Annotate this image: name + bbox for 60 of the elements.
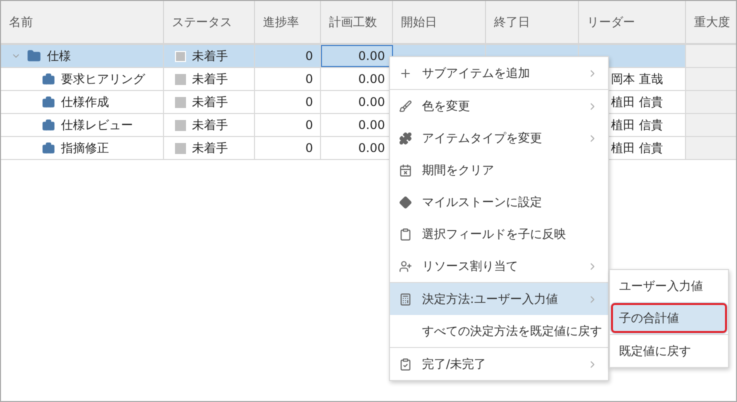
calculator-icon [399, 292, 412, 306]
effort-value: 0.00 [358, 118, 385, 132]
status-square-icon [175, 96, 186, 108]
brush-icon [399, 100, 412, 112]
item-name: 仕様 [47, 48, 71, 64]
menu-item[interactable]: 選択フィールドを子に反映 [390, 218, 608, 250]
progress-value: 0 [305, 141, 313, 155]
briefcase-icon [42, 96, 55, 108]
status-text: 未着手 [192, 48, 228, 64]
column-header[interactable]: 計画工数 [321, 1, 393, 43]
column-header[interactable]: リーダー [579, 1, 686, 43]
clipboard-check-icon [399, 358, 412, 370]
briefcase-icon [42, 72, 55, 86]
status-text: 未着手 [192, 116, 228, 134]
status-square-icon [175, 120, 186, 130]
column-header[interactable]: 進捗率 [255, 1, 321, 43]
progress-value: 0 [305, 49, 313, 63]
item-name: 仕様レビュー [61, 116, 133, 134]
status-square-icon [175, 50, 186, 62]
column-header[interactable]: 開始日 [393, 1, 486, 43]
menu-item[interactable]: 完了/未完了 [390, 348, 608, 380]
diamond-icon [399, 196, 412, 208]
item-name: 指摘修正 [61, 140, 109, 156]
effort-value: 0.00 [358, 141, 385, 155]
effort-value: 0.00 [358, 49, 385, 63]
clipboard-icon [399, 228, 412, 240]
effort-value: 0.00 [358, 72, 385, 86]
plus-icon [399, 66, 412, 80]
progress-value: 0 [305, 95, 313, 109]
briefcase-icon [42, 118, 55, 132]
calendar-x-icon [399, 164, 412, 176]
leader-name: 植田 信貴 [611, 116, 663, 134]
menu-item[interactable]: リソース割り当て [390, 250, 608, 282]
column-header[interactable]: 終了日 [486, 1, 579, 43]
status-text: 未着手 [192, 94, 228, 110]
user-plus-icon [399, 260, 412, 272]
item-name: 仕様作成 [61, 94, 109, 110]
menu-item[interactable]: 決定方法:ユーザー入力値 [390, 283, 608, 315]
status-text: 未着手 [192, 70, 228, 88]
briefcase-icon [42, 142, 55, 154]
leader-name: 植田 信貴 [611, 94, 663, 110]
progress-value: 0 [305, 118, 313, 132]
item-name: 要求ヒアリング [61, 70, 145, 88]
status-square-icon [175, 74, 186, 84]
puzzle-icon [399, 132, 412, 144]
status-square-icon [175, 142, 186, 154]
submenu-item[interactable]: ユーザー入力値 [610, 270, 728, 302]
column-header[interactable]: 名前 [1, 1, 164, 43]
leader-name: 岡本 直哉 [611, 70, 663, 88]
progress-value: 0 [305, 72, 313, 86]
submenu-item[interactable]: 子の合計値 [610, 302, 728, 334]
column-header[interactable]: ステータス [164, 1, 255, 43]
leader-name: 植田 信貴 [611, 140, 663, 156]
menu-item[interactable]: すべての決定方法を既定値に戻す [390, 315, 608, 347]
menu-item[interactable]: マイルストーンに設定 [390, 186, 608, 218]
effort-value: 0.00 [358, 95, 385, 109]
folder-icon [27, 49, 41, 63]
column-header[interactable]: 重大度 [686, 1, 736, 43]
status-text: 未着手 [192, 140, 228, 156]
submenu-item[interactable]: 既定値に戻す [610, 335, 728, 367]
